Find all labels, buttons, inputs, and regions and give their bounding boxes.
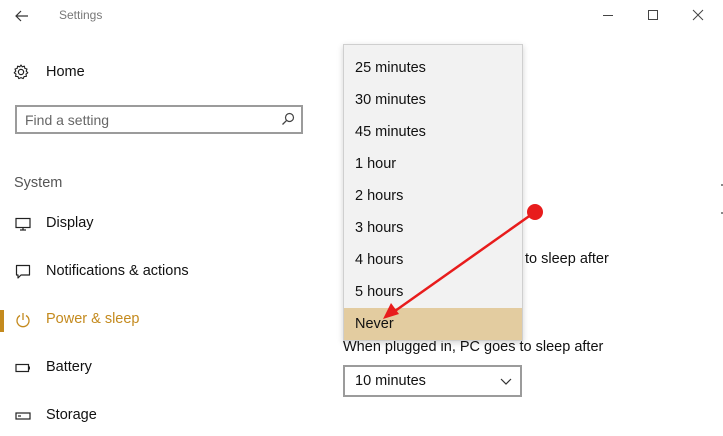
dropdown-option[interactable]: 25 minutes xyxy=(344,52,522,84)
dropdown-option[interactable]: 4 hours xyxy=(344,244,522,276)
option-label: 4 hours xyxy=(355,252,404,268)
monitor-icon xyxy=(15,217,31,231)
close-icon xyxy=(692,9,704,21)
sidebar-item-label: Battery xyxy=(46,359,92,375)
title-bar: Settings xyxy=(0,0,723,32)
sleep-plugged-label: When plugged in, PC goes to sleep after xyxy=(343,339,604,355)
option-label: 2 hours xyxy=(355,188,404,204)
sidebar-item-label: Power & sleep xyxy=(46,311,140,327)
option-label: 30 minutes xyxy=(355,92,426,108)
storage-icon xyxy=(15,412,31,420)
option-label: Never xyxy=(355,316,394,332)
dropdown-option[interactable]: 45 minutes xyxy=(344,116,522,148)
option-label: 5 hours xyxy=(355,284,404,300)
dropdown-option[interactable]: 1 hour xyxy=(344,148,522,180)
dropdown-option[interactable]: 2 hours xyxy=(344,180,522,212)
search-icon[interactable] xyxy=(281,112,295,126)
minimize-button[interactable] xyxy=(585,0,631,30)
select-value: 10 minutes xyxy=(355,373,426,389)
search-box[interactable] xyxy=(15,105,303,134)
sleep-time-dropdown[interactable]: 25 minutes 30 minutes 45 minutes 1 hour … xyxy=(343,44,523,341)
sidebar-item-label: Storage xyxy=(46,407,97,423)
option-label: 3 hours xyxy=(355,220,404,236)
sleep-plugged-select[interactable]: 10 minutes xyxy=(343,365,522,397)
maximize-icon xyxy=(648,10,658,20)
option-label: 1 hour xyxy=(355,156,397,172)
sidebar-item-label: Notifications & actions xyxy=(46,263,189,279)
active-indicator xyxy=(0,310,4,332)
maximize-button[interactable] xyxy=(630,0,676,30)
back-button[interactable] xyxy=(8,3,36,29)
sidebar-item-battery[interactable]: Battery xyxy=(0,348,325,388)
section-label-system: System xyxy=(14,175,63,191)
notification-icon xyxy=(15,264,31,279)
sidebar-item-label: Display xyxy=(46,215,94,231)
home-label: Home xyxy=(46,64,85,80)
sidebar-item-storage[interactable]: Storage xyxy=(0,396,325,436)
sidebar-item-display[interactable]: Display xyxy=(0,204,325,244)
sidebar-item-power-sleep[interactable]: Power & sleep xyxy=(0,300,325,340)
back-arrow-icon xyxy=(15,10,28,22)
power-icon xyxy=(16,313,30,328)
sidebar-item-home[interactable]: Home xyxy=(0,57,325,87)
search-input[interactable] xyxy=(25,110,265,130)
battery-icon xyxy=(15,363,30,373)
gear-icon xyxy=(13,64,29,80)
sidebar: Home System Display Notifications & acti… xyxy=(0,32,325,436)
dropdown-option[interactable]: 3 hours xyxy=(344,212,522,244)
sleep-battery-label: to sleep after xyxy=(525,251,609,267)
dropdown-option[interactable]: 30 minutes xyxy=(344,84,522,116)
close-button[interactable] xyxy=(675,0,721,30)
minimize-icon xyxy=(603,15,613,16)
chevron-down-icon xyxy=(500,378,512,385)
option-label: 25 minutes xyxy=(355,60,426,76)
option-label: 45 minutes xyxy=(355,124,426,140)
window-title: Settings xyxy=(59,8,103,22)
dropdown-option-selected[interactable]: Never xyxy=(344,308,522,340)
sidebar-item-notifications[interactable]: Notifications & actions xyxy=(0,252,325,292)
dropdown-option[interactable]: 5 hours xyxy=(344,276,522,308)
